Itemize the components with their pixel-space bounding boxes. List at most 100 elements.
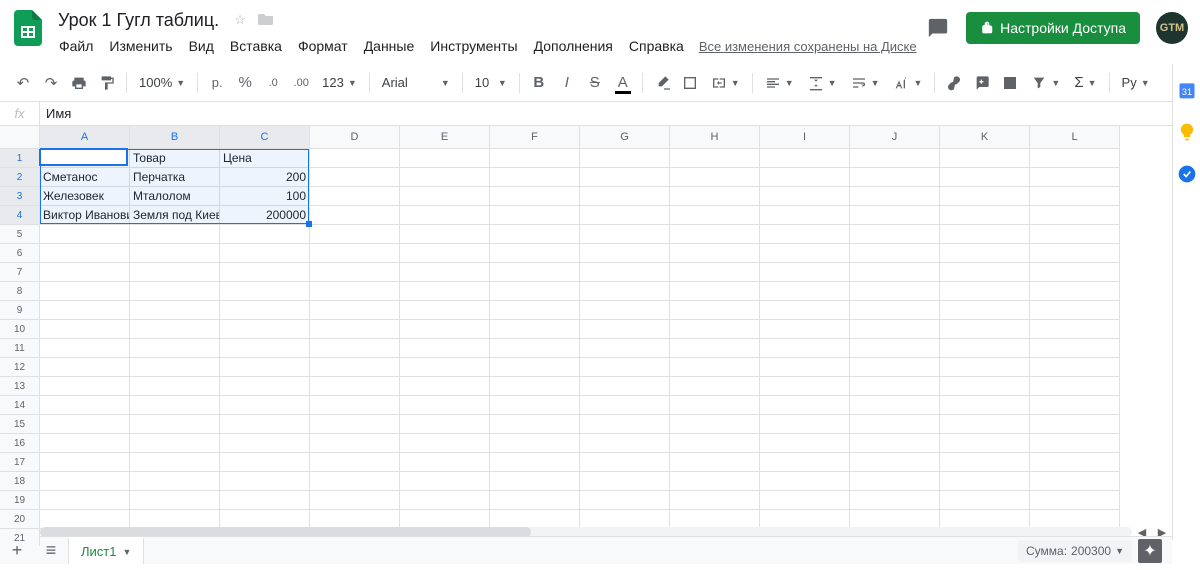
- col-header[interactable]: I: [760, 126, 850, 149]
- cell[interactable]: [220, 301, 310, 320]
- col-header[interactable]: B: [130, 126, 220, 149]
- cell[interactable]: [1030, 320, 1120, 339]
- cell[interactable]: [400, 339, 490, 358]
- explore-button[interactable]: ✦: [1138, 539, 1162, 563]
- cell[interactable]: [490, 377, 580, 396]
- cell[interactable]: [310, 225, 400, 244]
- cell[interactable]: Перчатка: [130, 168, 220, 187]
- cell[interactable]: [130, 263, 220, 282]
- cell[interactable]: Имя: [40, 149, 130, 168]
- menu-file[interactable]: Файл: [52, 34, 100, 58]
- cell[interactable]: [760, 396, 850, 415]
- col-header[interactable]: J: [850, 126, 940, 149]
- cell[interactable]: [310, 244, 400, 263]
- cell[interactable]: [310, 472, 400, 491]
- cell[interactable]: [400, 472, 490, 491]
- cell[interactable]: [1030, 168, 1120, 187]
- cell[interactable]: [310, 453, 400, 472]
- cell[interactable]: [760, 244, 850, 263]
- cell[interactable]: Цена: [220, 149, 310, 168]
- row-header[interactable]: 20: [0, 510, 40, 529]
- cell[interactable]: [310, 206, 400, 225]
- sheets-logo[interactable]: [8, 8, 48, 48]
- decrease-decimal-button[interactable]: .0: [260, 70, 286, 96]
- saved-status[interactable]: Все изменения сохранены на Диске: [699, 39, 917, 54]
- cell[interactable]: [850, 472, 940, 491]
- menu-tools[interactable]: Инструменты: [423, 34, 524, 58]
- cell[interactable]: [580, 358, 670, 377]
- bold-button[interactable]: B: [526, 70, 552, 96]
- menu-view[interactable]: Вид: [182, 34, 221, 58]
- cell[interactable]: [940, 472, 1030, 491]
- row-header[interactable]: 10: [0, 320, 40, 339]
- cell[interactable]: [670, 301, 760, 320]
- italic-button[interactable]: I: [554, 70, 580, 96]
- cell[interactable]: [130, 377, 220, 396]
- cell[interactable]: [670, 206, 760, 225]
- cell[interactable]: [670, 187, 760, 206]
- cell[interactable]: [130, 415, 220, 434]
- cell[interactable]: [670, 225, 760, 244]
- cell[interactable]: [40, 339, 130, 358]
- row-header[interactable]: 7: [0, 263, 40, 282]
- cell[interactable]: [670, 244, 760, 263]
- cell[interactable]: [1030, 244, 1120, 263]
- cell[interactable]: [940, 282, 1030, 301]
- cell[interactable]: [580, 187, 670, 206]
- fill-color-button[interactable]: [649, 70, 675, 96]
- cell[interactable]: 100: [220, 187, 310, 206]
- halign-button[interactable]: ▼: [759, 70, 800, 96]
- cell[interactable]: [400, 396, 490, 415]
- row-header[interactable]: 9: [0, 301, 40, 320]
- cell[interactable]: [580, 244, 670, 263]
- cell[interactable]: [40, 434, 130, 453]
- cell[interactable]: [580, 206, 670, 225]
- menu-data[interactable]: Данные: [357, 34, 422, 58]
- cell[interactable]: [670, 491, 760, 510]
- cell[interactable]: [490, 320, 580, 339]
- cell[interactable]: [850, 434, 940, 453]
- row-header[interactable]: 17: [0, 453, 40, 472]
- cell[interactable]: [310, 263, 400, 282]
- cell[interactable]: [760, 434, 850, 453]
- cell[interactable]: 200000: [220, 206, 310, 225]
- cell[interactable]: [40, 491, 130, 510]
- cell[interactable]: [760, 149, 850, 168]
- cell[interactable]: [400, 149, 490, 168]
- cell[interactable]: [670, 434, 760, 453]
- cell[interactable]: [490, 206, 580, 225]
- cell[interactable]: [1030, 453, 1120, 472]
- cell[interactable]: 200: [220, 168, 310, 187]
- cell[interactable]: [490, 472, 580, 491]
- cell[interactable]: [220, 415, 310, 434]
- cell[interactable]: [220, 396, 310, 415]
- cell[interactable]: [130, 491, 220, 510]
- cell[interactable]: [130, 320, 220, 339]
- formula-input[interactable]: Имя: [40, 106, 71, 121]
- row-header[interactable]: 13: [0, 377, 40, 396]
- fontsize-select[interactable]: 10▼: [469, 70, 513, 96]
- cell[interactable]: [1030, 282, 1120, 301]
- cell[interactable]: [940, 491, 1030, 510]
- text-color-button[interactable]: A: [610, 70, 636, 96]
- cell[interactable]: [580, 339, 670, 358]
- row-header[interactable]: 11: [0, 339, 40, 358]
- cell[interactable]: [40, 244, 130, 263]
- cell[interactable]: [400, 415, 490, 434]
- cell[interactable]: [490, 149, 580, 168]
- functions-button[interactable]: Σ▼: [1068, 70, 1102, 96]
- cell[interactable]: [850, 301, 940, 320]
- cell[interactable]: [670, 282, 760, 301]
- cell[interactable]: [670, 358, 760, 377]
- cell[interactable]: [490, 263, 580, 282]
- col-header[interactable]: H: [670, 126, 760, 149]
- cell[interactable]: [130, 453, 220, 472]
- row-header[interactable]: 18: [0, 472, 40, 491]
- cell[interactable]: [40, 301, 130, 320]
- cell[interactable]: [310, 358, 400, 377]
- cell[interactable]: [400, 434, 490, 453]
- cell[interactable]: [580, 320, 670, 339]
- filter-button[interactable]: ▼: [1025, 70, 1066, 96]
- cell[interactable]: [580, 472, 670, 491]
- print-button[interactable]: [66, 70, 92, 96]
